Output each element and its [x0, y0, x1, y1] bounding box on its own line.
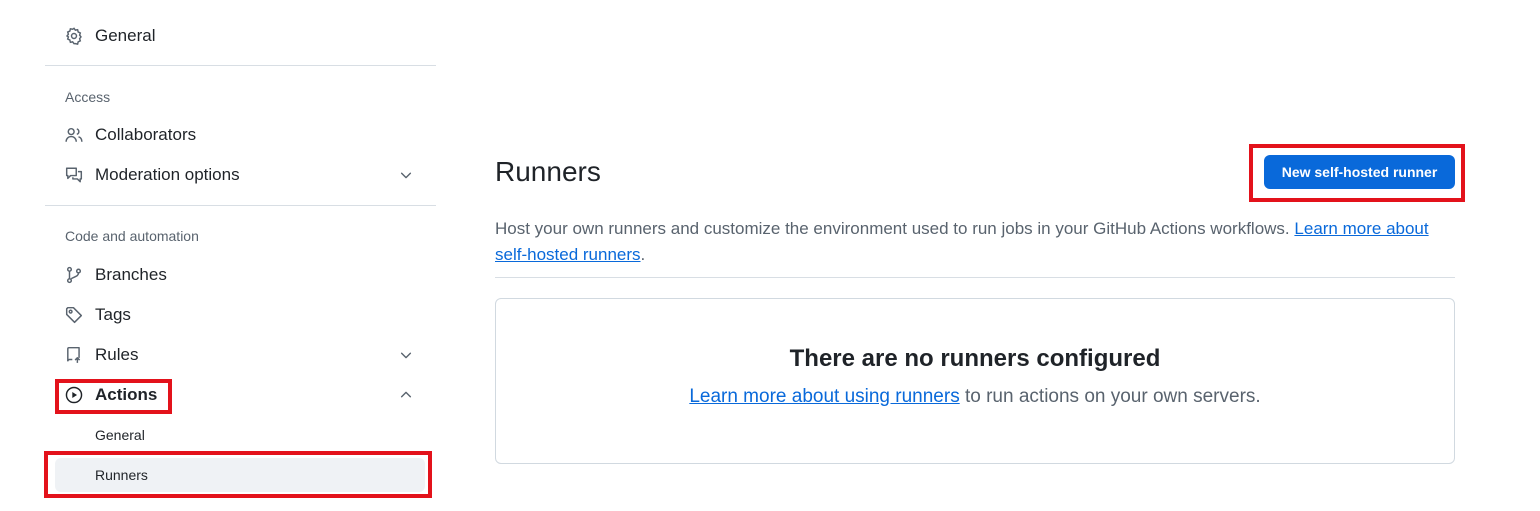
chevron-down-icon[interactable]: [399, 168, 413, 182]
sidebar-subitem-label: General: [95, 427, 145, 443]
comment-discussion-icon: [65, 166, 83, 184]
sidebar-item-label: Actions: [95, 385, 158, 404]
new-self-hosted-runner-button[interactable]: New self-hosted runner: [1264, 155, 1455, 189]
empty-state-panel: There are no runners configured Learn mo…: [495, 298, 1455, 464]
divider: [45, 205, 436, 206]
page-title: Runners: [495, 156, 601, 187]
sidebar-item-tags[interactable]: Tags: [55, 298, 425, 332]
sidebar-item-label: Collaborators: [95, 125, 197, 144]
gear-icon: [65, 27, 83, 45]
sidebar-item-moderation[interactable]: Moderation options: [55, 158, 425, 192]
empty-state-title: There are no runners configured: [789, 345, 1161, 372]
empty-state-rest: to run actions on your own servers.: [959, 386, 1261, 407]
page-description: Host your own runners and customize the …: [495, 216, 1455, 268]
sidebar-item-collaborators[interactable]: Collaborators: [55, 118, 425, 152]
sidebar-item-branches[interactable]: Branches: [55, 258, 425, 292]
divider: [495, 277, 1455, 278]
sidebar-subitem-label: Runners: [95, 467, 148, 483]
empty-state-text: Learn more about using runners to run ac…: [496, 386, 1454, 408]
description-period: .: [640, 245, 646, 264]
git-branch-icon: [65, 266, 83, 284]
chevron-up-icon[interactable]: [399, 388, 413, 402]
sidebar-item-actions[interactable]: Actions: [55, 378, 425, 412]
sidebar-item-rules[interactable]: Rules: [55, 338, 425, 372]
section-title-access: Access: [65, 89, 111, 105]
people-icon: [65, 126, 83, 144]
sidebar-item-label: Moderation options: [95, 165, 240, 184]
sidebar-item-label: Tags: [95, 305, 131, 324]
learn-more-runners-link[interactable]: Learn more about using runners: [689, 386, 959, 407]
chevron-down-icon[interactable]: [399, 348, 413, 362]
sidebar-item-label: Rules: [95, 345, 139, 364]
tag-icon: [65, 306, 83, 324]
sidebar-item-label: General: [95, 26, 156, 45]
divider: [45, 65, 436, 66]
repo-push-icon: [65, 346, 83, 364]
sidebar-item-general[interactable]: General: [55, 19, 425, 53]
play-icon: [65, 386, 83, 404]
sidebar-subitem-actions-general[interactable]: General: [55, 418, 425, 452]
section-title-code-automation: Code and automation: [65, 228, 199, 244]
sidebar-subitem-runners[interactable]: Runners: [55, 458, 425, 492]
description-text: Host your own runners and customize the …: [495, 219, 1290, 238]
sidebar-item-label: Branches: [95, 265, 167, 284]
